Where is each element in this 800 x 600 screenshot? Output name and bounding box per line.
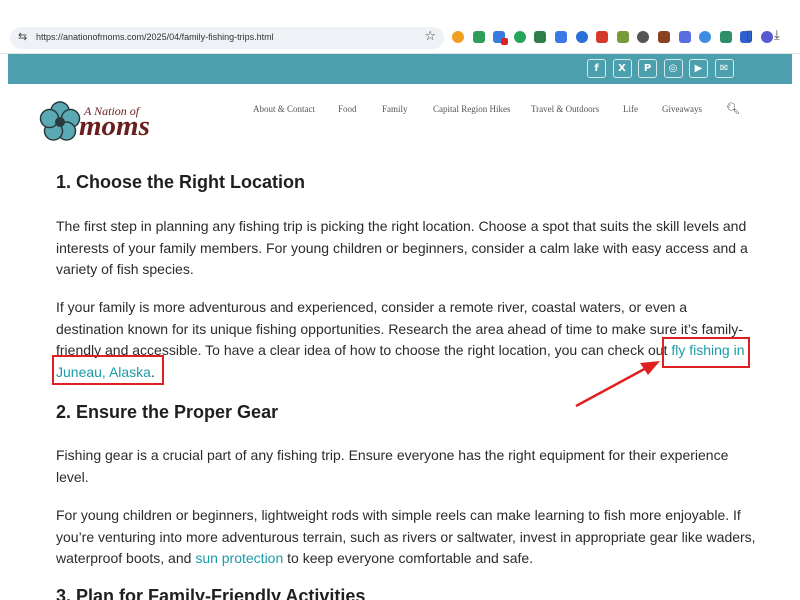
extension-bar: [452, 31, 782, 45]
star-icon[interactable]: ☆: [424, 29, 436, 44]
envelope-extension-icon[interactable]: [760, 31, 773, 43]
paragraph-text: If your family is more adventurous and e…: [56, 299, 743, 358]
tune-icon[interactable]: ⇆: [18, 30, 27, 43]
browser-toolbar: ⇆ https://anationofmoms.com/2025/04/fami…: [0, 22, 800, 54]
sun-protection-link[interactable]: sun protection: [195, 550, 283, 566]
logo-wordmark: moms: [79, 110, 150, 142]
annotation-box-link-start: [662, 337, 750, 368]
download-icon[interactable]: ⤓: [774, 28, 780, 43]
photo-extension-icon[interactable]: [657, 31, 670, 43]
paragraph-location-intro: The first step in planning any fishing t…: [56, 218, 748, 277]
sun-extension-icon[interactable]: [452, 31, 464, 43]
youtube-icon[interactable]: ▶: [689, 59, 708, 78]
nav-giveaways[interactable]: Giveaways: [662, 104, 702, 114]
s-extension-icon[interactable]: [596, 31, 609, 43]
nav-family[interactable]: Family: [382, 104, 408, 114]
nav-life[interactable]: Life: [623, 104, 638, 114]
globe-extension-icon[interactable]: [699, 31, 712, 43]
address-url[interactable]: https://anationofmoms.com/2025/04/family…: [36, 32, 274, 42]
paragraph-gear-intro: Fishing gear is a crucial part of any fi…: [56, 447, 729, 485]
paragraph-gear-detail: For young children or beginners, lightwe…: [56, 505, 756, 570]
nav-about-contact[interactable]: About & Contact: [253, 104, 315, 114]
address-bar[interactable]: ⇆ https://anationofmoms.com/2025/04/fami…: [10, 27, 444, 49]
mail-extension-icon[interactable]: [554, 31, 567, 43]
pinterest-icon[interactable]: P: [638, 59, 657, 78]
grammarly-extension-icon[interactable]: [472, 31, 485, 43]
puzzle-extension-icon[interactable]: [719, 31, 732, 43]
extension-badge-icon: [501, 38, 508, 45]
nav-travel-outdoors[interactable]: Travel & Outdoors: [531, 104, 599, 114]
g-extension-icon[interactable]: [534, 31, 547, 43]
instagram-icon[interactable]: ◎: [663, 59, 683, 78]
email-extension-icon[interactable]: [678, 31, 691, 43]
social-bar: f X P ◎ ▶ ✉: [8, 54, 792, 84]
x-icon[interactable]: X: [612, 59, 632, 78]
section-heading-gear: 2. Ensure the Proper Gear: [56, 402, 279, 422]
search-icon[interactable]: 🔍︎: [726, 102, 740, 115]
green-g-extension-icon[interactable]: [513, 31, 526, 43]
facebook-icon[interactable]: f: [587, 59, 606, 78]
calendar-extension-icon[interactable]: [575, 31, 588, 43]
section-heading-activities: 3. Plan for Family-Friendly Activities: [56, 586, 366, 600]
email-icon[interactable]: ✉: [714, 59, 734, 78]
window-split-icon[interactable]: ▯: [746, 28, 753, 43]
nav-food[interactable]: Food: [338, 104, 357, 114]
annotation-box-link-end: [52, 355, 164, 385]
nav-capital-region-hikes[interactable]: Capital Region Hikes: [433, 104, 511, 114]
section-heading-location: 1. Choose the Right Location: [56, 172, 306, 192]
browser-tab-strip: [0, 0, 800, 22]
inbox-extension-icon[interactable]: [616, 31, 629, 43]
paragraph-end: to keep everyone comfortable and safe.: [283, 550, 534, 566]
reader-extension-icon[interactable]: [637, 31, 650, 43]
